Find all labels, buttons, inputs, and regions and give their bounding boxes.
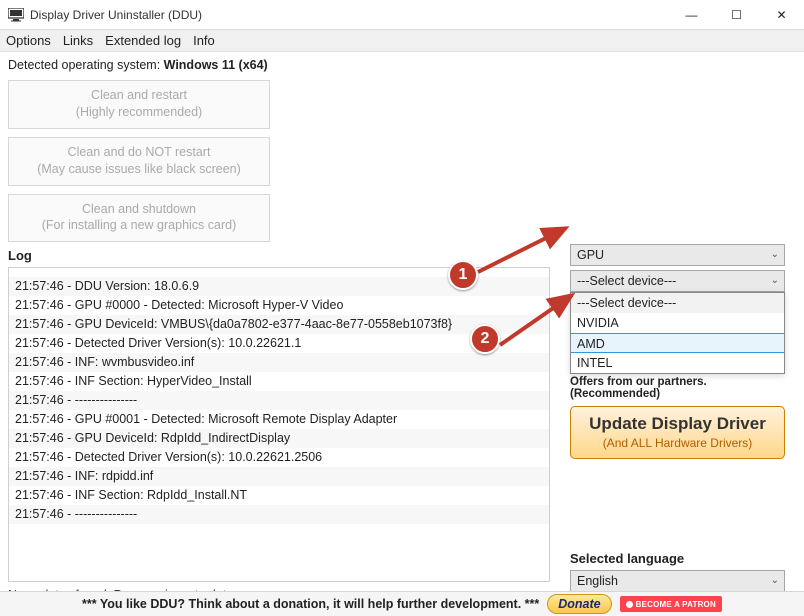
language-label: Selected language bbox=[570, 551, 790, 566]
menu-options[interactable]: Options bbox=[6, 33, 51, 48]
footer: *** You like DDU? Think about a donation… bbox=[0, 591, 804, 616]
clean-shutdown-line1: Clean and shutdown bbox=[17, 201, 261, 218]
clean-shutdown-button[interactable]: Clean and shutdown (For installing a new… bbox=[8, 194, 270, 243]
device-select-value: ---Select device--- bbox=[577, 274, 676, 288]
log-list: 21:57:46 - DDU Version: 18.0.6.9 21:57:4… bbox=[9, 268, 549, 524]
app-icon bbox=[8, 7, 24, 23]
window-title: Display Driver Uninstaller (DDU) bbox=[30, 8, 202, 22]
patron-label: BECOME A PATRON bbox=[636, 600, 716, 609]
clean-no-restart-line2: (May cause issues like black screen) bbox=[17, 161, 261, 178]
update-driver-line1: Update Display Driver bbox=[577, 414, 778, 434]
log-entry: 21:57:46 - INF: wvmbusvideo.inf bbox=[9, 353, 549, 372]
chevron-down-icon: ⌄ bbox=[771, 249, 779, 260]
device-option-amd[interactable]: AMD bbox=[571, 333, 784, 353]
clean-restart-line2: (Highly recommended) bbox=[17, 104, 261, 121]
offers-label: Offers from our partners. (Recommended) bbox=[570, 376, 790, 400]
log-entry: 21:57:46 - GPU #0001 - Detected: Microso… bbox=[9, 410, 549, 429]
minimize-button[interactable]: — bbox=[669, 0, 714, 29]
chevron-down-icon: ⌄ bbox=[771, 575, 779, 586]
menubar: Options Links Extended log Info bbox=[0, 30, 804, 52]
clean-restart-button[interactable]: Clean and restart (Highly recommended) bbox=[8, 80, 270, 129]
annotation-callout-1: 1 bbox=[448, 260, 478, 290]
right-column: GPU ⌄ ---Select device--- ⌄ ---Select de… bbox=[570, 244, 790, 592]
close-button[interactable]: ✕ bbox=[759, 0, 804, 29]
log-entry: 21:57:46 - --------------- bbox=[9, 391, 549, 410]
device-option-placeholder[interactable]: ---Select device--- bbox=[571, 293, 784, 313]
language-value: English bbox=[577, 574, 618, 588]
patreon-icon bbox=[626, 601, 633, 608]
donate-button[interactable]: Donate bbox=[547, 594, 611, 614]
log-box[interactable]: 21:57:46 - DDU Version: 18.0.6.9 21:57:4… bbox=[8, 267, 550, 582]
log-entry: 21:57:46 - GPU DeviceId: RdpIdd_Indirect… bbox=[9, 429, 549, 448]
log-entry: 21:57:46 - Detected Driver Version(s): 1… bbox=[9, 448, 549, 467]
clean-no-restart-line1: Clean and do NOT restart bbox=[17, 144, 261, 161]
log-entry: 21:57:46 - Detected Driver Version(s): 1… bbox=[9, 334, 549, 353]
chevron-down-icon: ⌄ bbox=[771, 275, 779, 286]
log-entry: 21:57:46 - --------------- bbox=[9, 505, 549, 524]
update-driver-line2: (And ALL Hardware Drivers) bbox=[577, 436, 778, 450]
menu-extended-log[interactable]: Extended log bbox=[105, 33, 181, 48]
log-entry: 21:57:46 - INF Section: RdpIdd_Install.N… bbox=[9, 486, 549, 505]
detected-os-value: Windows 11 (x64) bbox=[164, 58, 268, 72]
device-select[interactable]: ---Select device--- ⌄ bbox=[570, 270, 785, 292]
device-type-select[interactable]: GPU ⌄ bbox=[570, 244, 785, 266]
device-option-intel[interactable]: INTEL bbox=[571, 353, 784, 373]
menu-info[interactable]: Info bbox=[193, 33, 215, 48]
log-entry: 21:57:46 - INF Section: HyperVideo_Insta… bbox=[9, 372, 549, 391]
detected-os-label: Detected operating system: bbox=[8, 58, 164, 72]
detected-os: Detected operating system: Windows 11 (x… bbox=[8, 58, 796, 72]
clean-restart-line1: Clean and restart bbox=[17, 87, 261, 104]
maximize-button[interactable]: ☐ bbox=[714, 0, 759, 29]
titlebar: Display Driver Uninstaller (DDU) — ☐ ✕ bbox=[0, 0, 804, 30]
device-select-dropdown: ---Select device--- NVIDIA AMD INTEL bbox=[570, 292, 785, 374]
patron-button[interactable]: BECOME A PATRON bbox=[620, 596, 722, 612]
update-driver-button[interactable]: Update Display Driver (And ALL Hardware … bbox=[570, 406, 785, 459]
log-entry: 21:57:46 - INF: rdpidd.inf bbox=[9, 467, 549, 486]
log-entry: 21:57:46 - GPU DeviceId: VMBUS\{da0a7802… bbox=[9, 315, 549, 334]
footer-text: *** You like DDU? Think about a donation… bbox=[82, 597, 539, 611]
menu-links[interactable]: Links bbox=[63, 33, 93, 48]
window-controls: — ☐ ✕ bbox=[669, 0, 804, 29]
language-select[interactable]: English ⌄ bbox=[570, 570, 785, 592]
clean-shutdown-line2: (For installing a new graphics card) bbox=[17, 217, 261, 234]
content-area: Detected operating system: Windows 11 (x… bbox=[0, 52, 804, 562]
log-entry: 21:57:46 - GPU #0000 - Detected: Microso… bbox=[9, 296, 549, 315]
annotation-callout-2: 2 bbox=[470, 324, 500, 354]
clean-no-restart-button[interactable]: Clean and do NOT restart (May cause issu… bbox=[8, 137, 270, 186]
device-type-value: GPU bbox=[577, 248, 604, 262]
device-option-nvidia[interactable]: NVIDIA bbox=[571, 313, 784, 333]
